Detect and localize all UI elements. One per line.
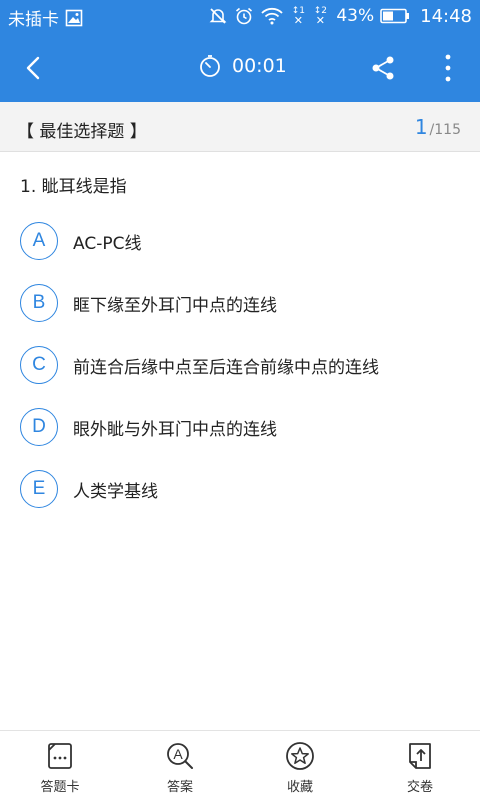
option-text: AC-PC线 xyxy=(73,233,142,254)
stopwatch-icon xyxy=(200,55,220,77)
option-a[interactable]: A AC-PC线 xyxy=(20,222,460,260)
question-counter: 1 /115 xyxy=(415,115,461,139)
option-e[interactable]: E 人类学基线 xyxy=(20,470,460,508)
option-text: 眶下缘至外耳门中点的连线 xyxy=(73,295,277,316)
tab-label: 收藏 xyxy=(286,780,313,795)
section-title: 【 最佳选择题 】 xyxy=(17,122,147,142)
tab-label: 交卷 xyxy=(406,780,433,795)
option-text: 人类学基线 xyxy=(73,481,158,502)
more-options-icon[interactable] xyxy=(438,52,458,84)
option-letter: A xyxy=(20,222,58,260)
tab-submit[interactable]: 交卷 xyxy=(360,731,480,800)
sim2-no-signal-icon: ↕2 ✕ xyxy=(313,6,327,27)
battery-icon xyxy=(380,8,410,24)
clock: 14:48 xyxy=(420,5,472,27)
status-bar: 未插卡 ↕1 ✕ ↕2 ✕ 43% 14:48 xyxy=(0,0,480,32)
tab-answer[interactable]: A 答案 xyxy=(120,731,240,800)
total-questions: /115 xyxy=(429,122,461,138)
option-letter: B xyxy=(20,284,58,322)
question-text: 1. 眦耳线是指 xyxy=(20,177,127,197)
share-icon[interactable] xyxy=(369,54,397,82)
mute-icon xyxy=(208,6,228,26)
battery-percent: 43% xyxy=(336,6,375,26)
alarm-icon xyxy=(234,6,254,26)
tab-label: 答案 xyxy=(166,780,193,795)
image-icon xyxy=(65,9,83,26)
timer: 00:01 xyxy=(198,54,287,78)
current-question-number: 1 xyxy=(414,115,428,139)
wifi-icon xyxy=(260,6,284,26)
option-letter: C xyxy=(20,346,58,384)
option-c[interactable]: C 前连合后缘中点至后连合前缘中点的连线 xyxy=(20,346,460,384)
toolbar: 00:01 xyxy=(0,32,480,102)
back-icon[interactable] xyxy=(18,53,50,83)
submit-paper-icon xyxy=(409,743,431,769)
tab-answer-card[interactable]: 答题卡 xyxy=(0,731,120,800)
tab-favorite[interactable]: 收藏 xyxy=(240,731,360,800)
option-text: 前连合后缘中点至后连合前缘中点的连线 xyxy=(73,357,379,378)
option-text: 眼外眦与外耳门中点的连线 xyxy=(73,419,277,440)
carrier-label: 未插卡 xyxy=(8,10,59,30)
option-letter: E xyxy=(20,470,58,508)
timer-text: 00:01 xyxy=(232,55,287,77)
bottom-nav: 答题卡 A 答案 收藏 交卷 xyxy=(0,730,480,800)
section-header: 【 最佳选择题 】 1 /115 xyxy=(0,102,480,152)
sim1-no-signal-icon: ↕1 ✕ xyxy=(291,6,305,27)
option-letter: D xyxy=(20,408,58,446)
app-header: 未插卡 ↕1 ✕ ↕2 ✕ 43% 14:48 00:01 xyxy=(0,0,480,102)
option-b[interactable]: B 眶下缘至外耳门中点的连线 xyxy=(20,284,460,322)
option-d[interactable]: D 眼外眦与外耳门中点的连线 xyxy=(20,408,460,446)
svg-text:A: A xyxy=(173,746,183,762)
answer-search-icon: A xyxy=(167,743,193,769)
answer-card-icon xyxy=(48,743,72,769)
star-icon xyxy=(286,742,314,770)
tab-label: 答题卡 xyxy=(40,780,80,795)
